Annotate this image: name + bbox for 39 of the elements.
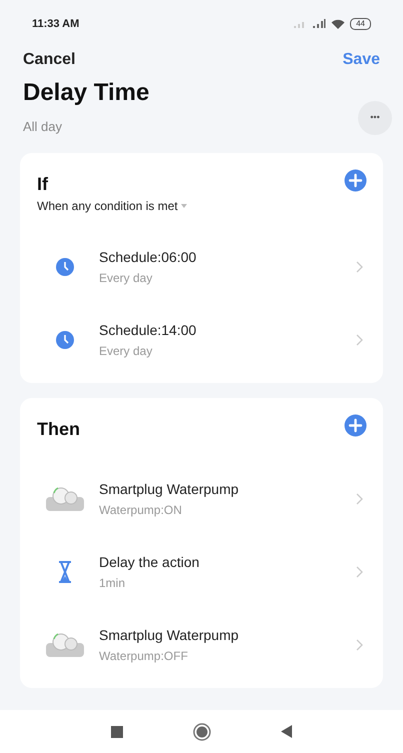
condition-dropdown[interactable]: When any condition is met — [37, 196, 187, 214]
item-title: Schedule:14:00 — [99, 320, 198, 338]
item-title: Schedule:06:00 — [99, 248, 198, 266]
wifi-icon — [331, 18, 346, 30]
home-button[interactable] — [192, 722, 210, 740]
item-title: Smartplug Waterpump — [99, 626, 240, 644]
section-title: If — [37, 172, 49, 194]
item-title: Smartplug Waterpump — [99, 480, 240, 498]
chevron-right-icon — [356, 493, 363, 505]
chevron-right-icon — [356, 639, 363, 651]
status-time: 11:33 AM — [32, 16, 80, 32]
caret-icon — [180, 204, 187, 208]
smart-plug-icon — [45, 631, 85, 659]
smart-plug-icon — [45, 485, 85, 513]
back-button[interactable] — [280, 725, 292, 738]
list-item[interactable]: Schedule:06:00 Every day — [20, 230, 383, 304]
list-item[interactable]: Delay the action 1min — [20, 536, 383, 608]
chevron-right-icon — [356, 566, 363, 578]
item-detail: Waterpump:ON — [99, 502, 183, 518]
signal-icon — [312, 19, 326, 29]
add-button[interactable] — [344, 414, 367, 436]
page-title: Delay Time — [23, 78, 150, 108]
list-item[interactable]: Smartplug Waterpump Waterpump:ON — [20, 462, 383, 536]
item-detail: Every day — [99, 342, 154, 360]
item-detail: Every day — [99, 270, 154, 286]
recent-apps-button[interactable] — [110, 726, 122, 738]
battery-indicator: 44 — [350, 18, 371, 30]
cancel-button[interactable]: Cancel — [23, 48, 76, 72]
list-item[interactable]: Schedule:14:00 Every day — [20, 304, 383, 376]
item-detail: Waterpump:OFF — [99, 648, 189, 664]
list-item[interactable]: Smartplug Waterpump Waterpump:OFF — [20, 608, 383, 682]
more-button[interactable]: ••• — [358, 100, 392, 134]
section-title: Then — [37, 418, 80, 440]
item-title: Delay the action — [99, 552, 200, 570]
add-button[interactable] — [344, 168, 367, 192]
chevron-right-icon — [356, 334, 363, 346]
schedule-summary: All day — [23, 118, 64, 136]
chevron-right-icon — [356, 261, 363, 273]
item-detail: 1min — [99, 574, 126, 592]
